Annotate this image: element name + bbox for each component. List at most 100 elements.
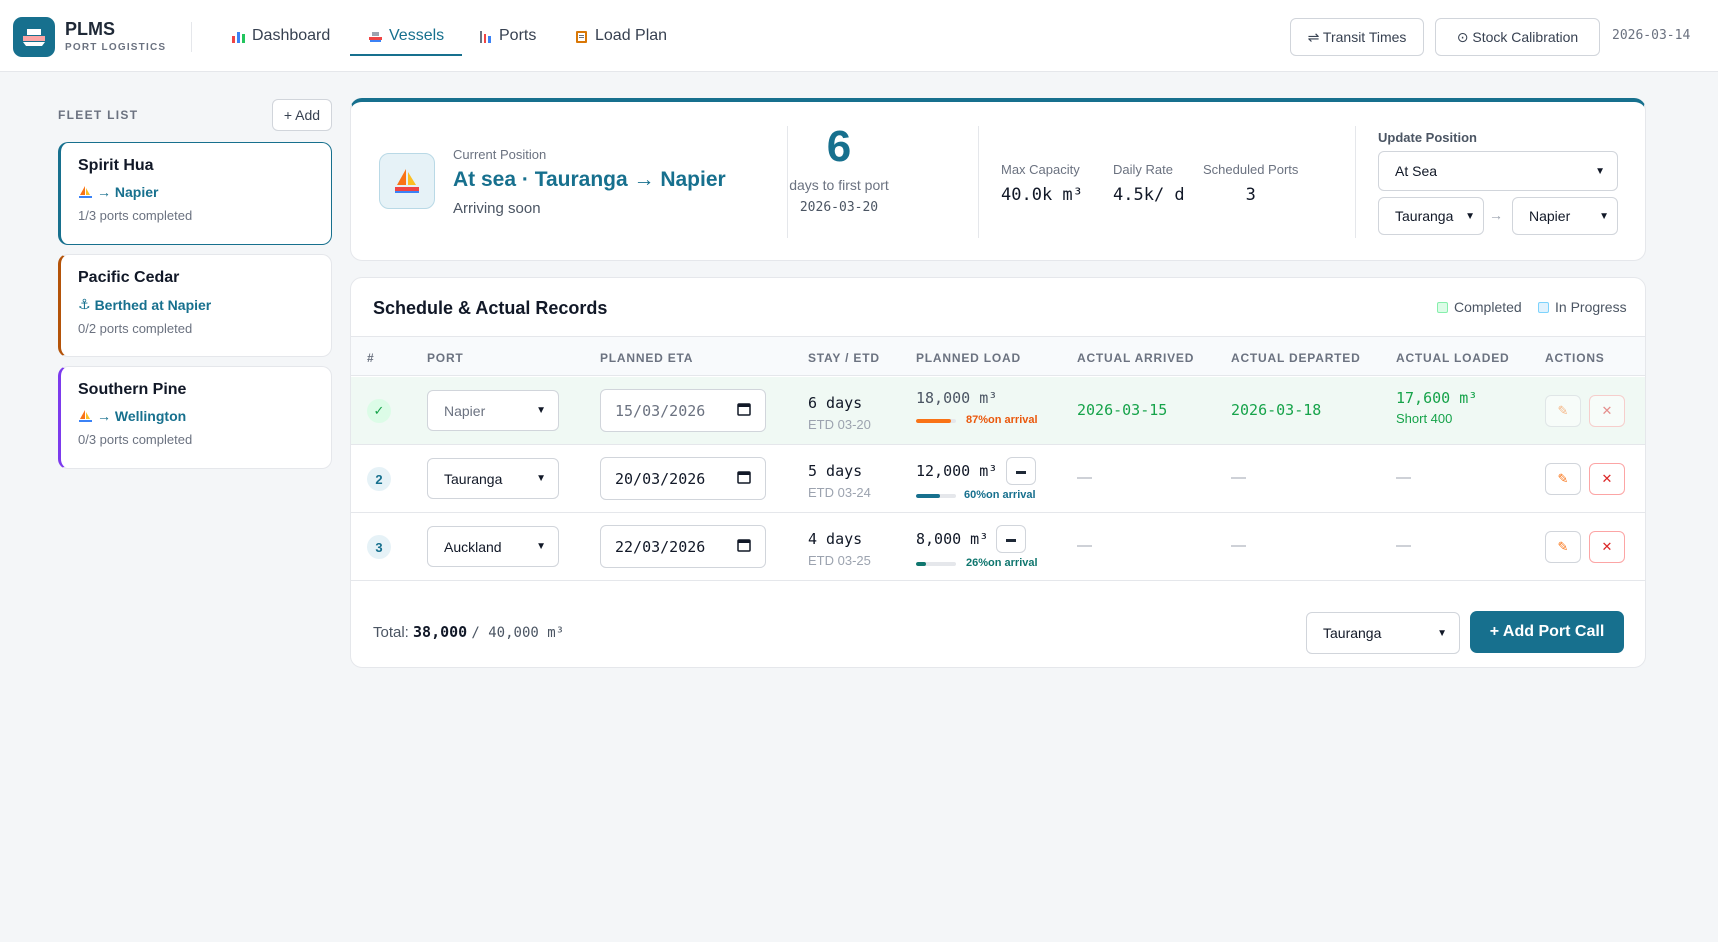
col-actual-departed: ACTUAL DEPARTED (1231, 351, 1361, 365)
vessel-progress: 1/3 ports completed (78, 208, 193, 223)
current-position-status: Arriving soon (453, 200, 541, 217)
load-adjust-button[interactable]: ▬ (1006, 457, 1036, 485)
load-progress-bar (916, 494, 956, 498)
actual-departed: — (1231, 469, 1246, 486)
port-select[interactable]: Tauranga ▼ (427, 458, 559, 499)
table-row: 2 Tauranga ▼ 20/03/2026 5 days ETD 03-24… (351, 445, 1645, 513)
vessel-status-text: Berthed at Napier (94, 296, 212, 313)
nav-dashboard-label: Dashboard (252, 27, 331, 44)
sailboat-icon (79, 409, 92, 422)
delete-button[interactable]: ✕ (1589, 531, 1625, 563)
vessel-name: Spirit Hua (78, 157, 154, 174)
load-progress-text: 60%on arrival (964, 489, 1036, 501)
total-capacity: / 40,000 m³ (471, 625, 565, 641)
select-value: Tauranga (1323, 625, 1382, 641)
eta-date-input[interactable]: 22/03/2026 (600, 525, 766, 568)
actual-departed: — (1231, 537, 1246, 554)
chevron-down-icon: ▼ (1595, 165, 1605, 177)
load-progress-text: 87%on arrival (966, 414, 1038, 426)
col-actual-loaded: ACTUAL LOADED (1396, 351, 1510, 365)
col-actual-arrived: ACTUAL ARRIVED (1077, 351, 1195, 365)
close-icon: ✕ (1601, 471, 1613, 486)
stat-label: Daily Rate (1113, 162, 1173, 177)
row-number-badge: 3 (367, 535, 391, 559)
delete-button[interactable]: ✕ (1589, 395, 1625, 427)
stock-calibration-label: ⊙ Stock Calibration (1456, 28, 1579, 45)
vessel-card-pacific-cedar[interactable]: Pacific Cedar ⚓ Berthed at Napier 0/2 po… (58, 254, 332, 357)
header-divider (191, 22, 192, 52)
position-status-select[interactable]: At Sea ▼ (1378, 151, 1618, 191)
chevron-down-icon: ▼ (536, 405, 546, 416)
schedule-title: Schedule & Actual Records (373, 298, 608, 318)
divider (1355, 126, 1356, 238)
first-port-date: 2026-03-20 (799, 200, 879, 215)
add-vessel-button[interactable]: + Add (272, 99, 332, 131)
add-port-call-button[interactable]: + Add Port Call (1470, 611, 1624, 653)
date-value: 15/03/2026 (615, 401, 706, 420)
nav-load-plan[interactable]: Load Plan (574, 0, 667, 72)
table-row: ✓ Napier ▼ 15/03/2026 6 days ETD 03-20 1… (351, 377, 1645, 445)
clipboard-icon (576, 30, 587, 43)
position-card: Current Position At sea · Tauranga → Nap… (350, 98, 1646, 261)
actual-arrived: — (1077, 537, 1092, 554)
date-value: 20/03/2026 (615, 469, 706, 488)
vessel-progress: 0/3 ports completed (78, 432, 193, 447)
vessel-status-text: → Napier (97, 184, 159, 200)
add-port-select[interactable]: Tauranga ▼ (1306, 612, 1460, 654)
to-port-select[interactable]: Napier ▼ (1512, 197, 1618, 235)
edit-icon: ✎ (1557, 471, 1569, 486)
eta-date-input[interactable]: 15/03/2026 (600, 389, 766, 432)
col-stay-etd: STAY / ETD (808, 351, 880, 365)
planned-load: 18,000 m³ (916, 389, 998, 407)
vessel-status: → Napier (78, 184, 314, 200)
calendar-icon (737, 402, 751, 420)
app-name: PLMS (65, 19, 116, 39)
stat-value: 4.5k/ d (1113, 185, 1185, 205)
port-select[interactable]: Auckland ▼ (427, 526, 559, 567)
edit-button[interactable]: ✎ (1545, 395, 1581, 427)
nav-ports-label: Ports (499, 27, 537, 44)
select-value: Napier (1529, 208, 1571, 224)
close-icon: ✕ (1601, 539, 1613, 554)
load-progress-fill (916, 494, 940, 498)
actual-loaded: — (1396, 537, 1411, 554)
current-position-label: Current Position (453, 147, 547, 162)
total-summary: Total: 38,000 / 40,000 m³ (373, 623, 564, 641)
stat-scheduled-ports: Scheduled Ports 3 (1203, 162, 1298, 205)
col-planned-eta: PLANNED ETA (600, 351, 694, 365)
load-progress-text: 26%on arrival (966, 557, 1038, 569)
edit-button[interactable]: ✎ (1545, 463, 1581, 495)
port-select[interactable]: Napier ▼ (427, 390, 559, 431)
select-value: At Sea (1395, 163, 1438, 179)
app-subtitle: PORT LOGISTICS (65, 42, 167, 53)
chart-icon (232, 31, 245, 43)
nav-vessels[interactable]: Vessels (368, 0, 444, 72)
load-progress-fill (916, 562, 927, 566)
col-number: # (367, 351, 375, 365)
vessel-card-southern-pine[interactable]: Southern Pine → Wellington 0/3 ports com… (58, 366, 332, 469)
actual-loaded: 17,600 m³ (1396, 389, 1478, 407)
from-port-select[interactable]: Tauranga ▼ (1378, 197, 1484, 235)
eta-date-input[interactable]: 20/03/2026 (600, 457, 766, 500)
vessel-card-spirit-hua[interactable]: Spirit Hua → Napier 1/3 ports completed (58, 142, 332, 245)
stat-label: Scheduled Ports (1203, 162, 1299, 177)
stock-calibration-button[interactable]: ⊙ Stock Calibration (1435, 18, 1600, 56)
anchor-icon: ⚓ (78, 296, 91, 312)
divider (978, 126, 979, 238)
edit-button[interactable]: ✎ (1545, 531, 1581, 563)
actual-arrived: — (1077, 469, 1092, 486)
table-header: # PORT PLANNED ETA STAY / ETD PLANNED LO… (351, 336, 1645, 376)
legend-completed: Completed (1437, 299, 1522, 315)
load-adjust-button[interactable]: ▬ (996, 525, 1026, 553)
nav-dashboard[interactable]: Dashboard (231, 0, 330, 72)
select-value: Tauranga (1395, 208, 1454, 224)
row-completed-badge: ✓ (367, 399, 391, 423)
top-bar: PLMS PORT LOGISTICS Dashboard Vessels Po… (0, 0, 1718, 72)
fleet-list-title: FLEET LIST (58, 108, 139, 122)
delete-button[interactable]: ✕ (1589, 463, 1625, 495)
nav-ports[interactable]: Ports (478, 0, 536, 72)
ship-logo-icon (23, 29, 45, 46)
active-tab-indicator (350, 54, 462, 56)
transit-times-button[interactable]: ⇌ Transit Times (1290, 18, 1424, 56)
close-icon: ✕ (1601, 403, 1613, 418)
